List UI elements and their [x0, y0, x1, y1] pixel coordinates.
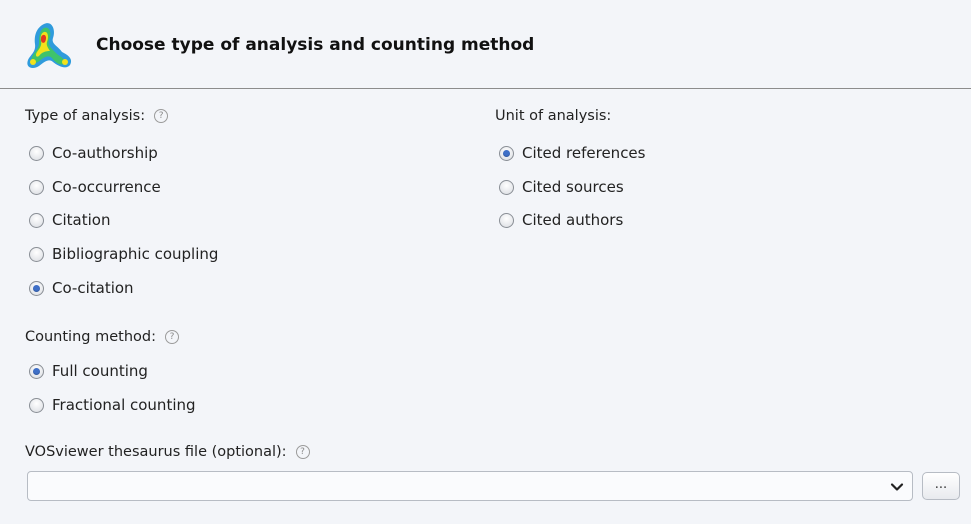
radio-label: Bibliographic coupling [52, 245, 219, 263]
radio-label: Full counting [52, 362, 148, 380]
radio-label: Co-authorship [52, 144, 158, 162]
type-of-analysis-label-text: Type of analysis: [25, 108, 146, 124]
radio-label: Cited authors [522, 211, 624, 229]
chevron-down-icon[interactable] [890, 480, 904, 494]
unit-of-analysis-label-text: Unit of analysis: [495, 108, 612, 124]
radio-label: Cited sources [522, 178, 624, 196]
counting-method-label: Counting method: ? [25, 329, 179, 345]
radio-full-counting[interactable]: Full counting [29, 362, 148, 380]
radio-button-icon[interactable] [29, 280, 44, 296]
radio-co-authorship[interactable]: Co-authorship [29, 144, 158, 162]
dialog-title: Choose type of analysis and counting met… [96, 35, 535, 55]
analysis-dialog: Choose type of analysis and counting met… [0, 0, 971, 524]
radio-label: Cited references [522, 144, 646, 162]
counting-method-label-text: Counting method: [25, 329, 156, 345]
radio-button-icon[interactable] [29, 397, 44, 413]
thesaurus-file-dropdown[interactable] [27, 471, 913, 501]
radio-co-occurrence[interactable]: Co-occurrence [29, 178, 161, 196]
radio-button-icon[interactable] [29, 363, 44, 379]
dialog-body: Type of analysis: ? Co-authorship Co-occ… [0, 89, 971, 524]
radio-button-icon[interactable] [29, 145, 44, 161]
radio-citation[interactable]: Citation [29, 211, 110, 229]
radio-label: Fractional counting [52, 396, 196, 414]
help-icon[interactable]: ? [154, 109, 169, 123]
help-icon[interactable]: ? [295, 445, 310, 459]
radio-cited-authors[interactable]: Cited authors [499, 211, 623, 229]
radio-label: Co-occurrence [52, 178, 161, 196]
radio-cited-references[interactable]: Cited references [499, 144, 645, 162]
radio-cited-sources[interactable]: Cited sources [499, 178, 624, 196]
unit-of-analysis-label: Unit of analysis: [495, 108, 611, 124]
browse-button[interactable]: ... [922, 472, 960, 500]
thesaurus-label-text: VOSviewer thesaurus file (optional): [25, 444, 287, 460]
radio-fractional-counting[interactable]: Fractional counting [29, 396, 196, 414]
radio-button-icon[interactable] [499, 212, 514, 228]
vosviewer-logo-icon [27, 23, 72, 68]
radio-label: Co-citation [52, 279, 134, 297]
radio-button-icon[interactable] [29, 212, 44, 228]
radio-button-icon[interactable] [499, 179, 514, 195]
radio-button-icon[interactable] [499, 145, 514, 161]
radio-label: Citation [52, 211, 111, 229]
radio-co-citation[interactable]: Co-citation [29, 279, 134, 297]
thesaurus-label: VOSviewer thesaurus file (optional): ? [25, 444, 310, 460]
radio-button-icon[interactable] [29, 179, 44, 195]
radio-button-icon[interactable] [29, 246, 44, 262]
radio-bibliographic-coupling[interactable]: Bibliographic coupling [29, 245, 218, 263]
type-of-analysis-label: Type of analysis: ? [25, 108, 169, 124]
help-icon[interactable]: ? [164, 330, 179, 344]
dialog-header: Choose type of analysis and counting met… [0, 0, 971, 89]
